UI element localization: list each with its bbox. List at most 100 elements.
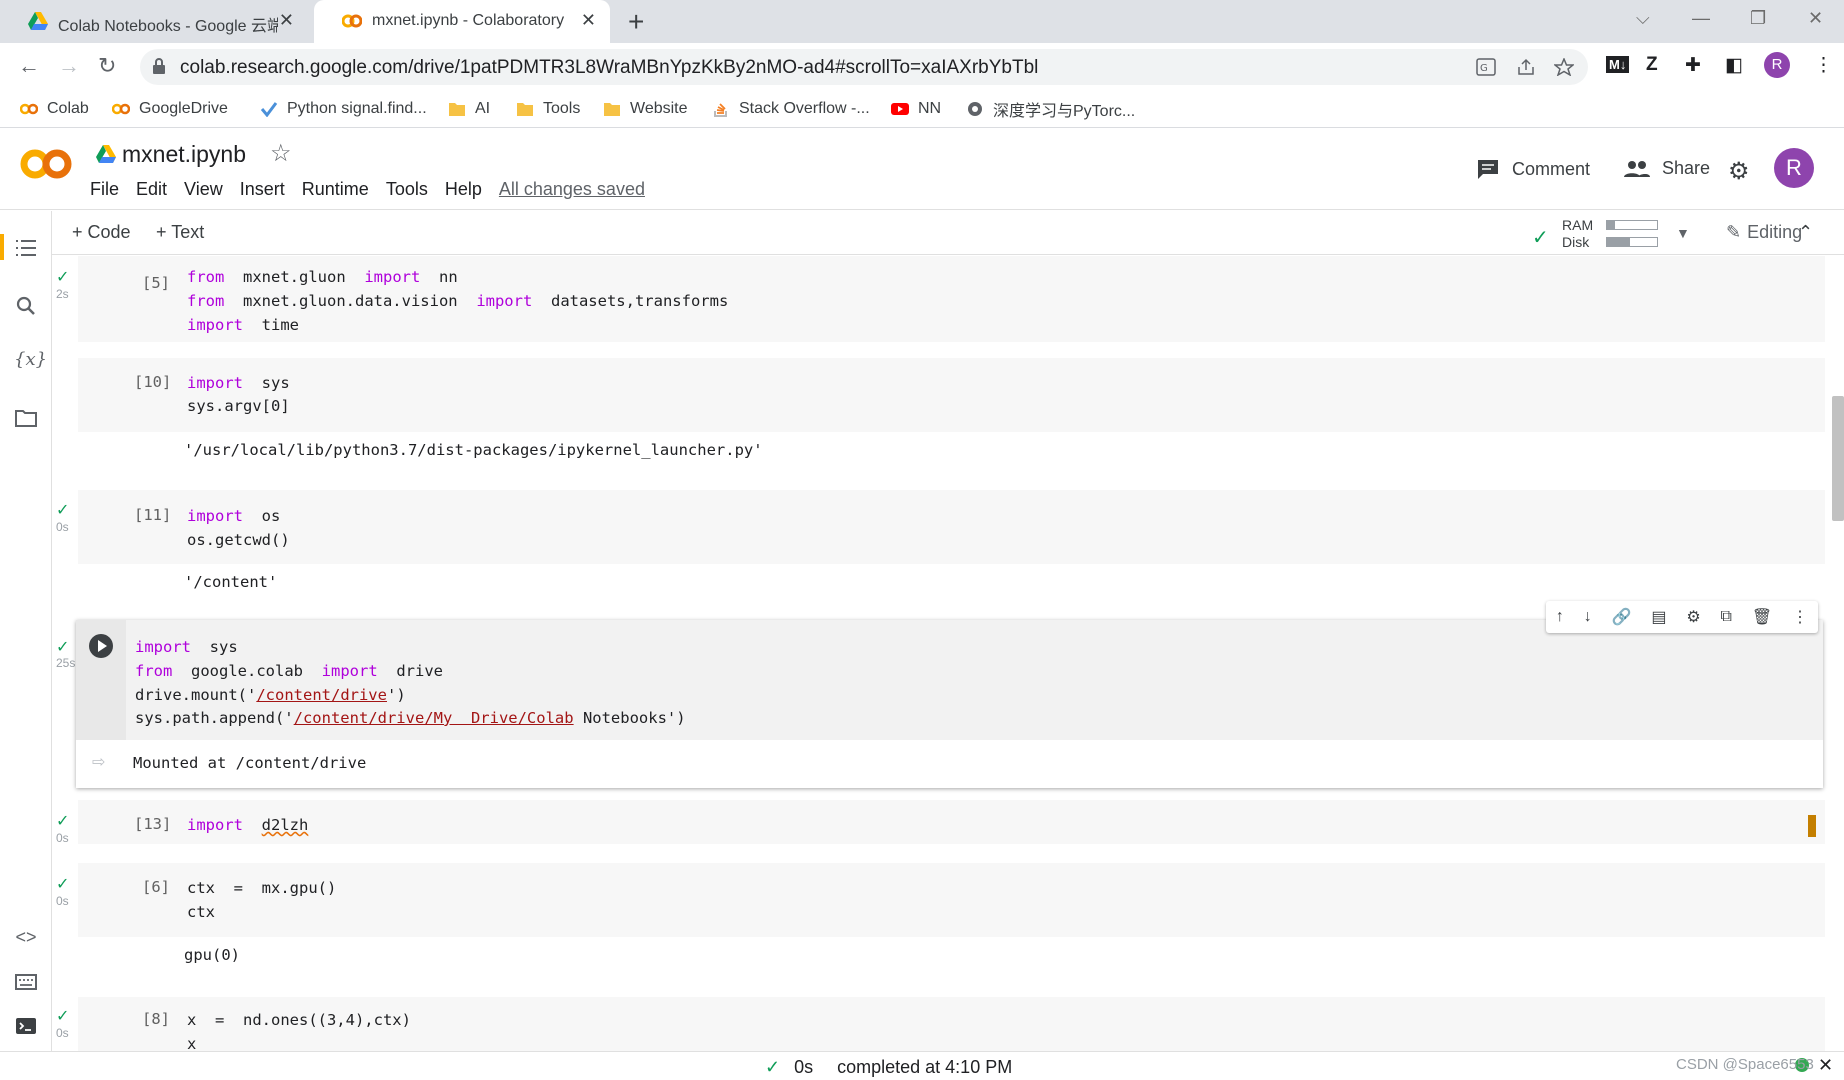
focused-code-cell[interactable]: import sys from google.colab import driv… [76,620,1823,788]
command-palette-icon[interactable] [14,971,38,993]
star-icon[interactable]: ☆ [270,139,292,168]
chevron-down-icon[interactable]: ⌵ [1636,8,1650,29]
lock-icon [153,58,165,74]
ram-usage-fill [1607,221,1615,229]
menu-edit[interactable]: Edit [136,179,167,200]
menu-tools[interactable]: Tools [386,179,428,200]
variables-icon[interactable]: {x} [14,349,47,371]
stackoverflow-icon [714,103,727,117]
run-cell-play-icon[interactable] [88,633,114,659]
more-options-icon[interactable]: ⋮ [1792,607,1808,627]
collapse-header-icon[interactable]: ⌃ [1798,222,1813,243]
bookmark-nn[interactable]: NN [891,97,941,121]
code-line: import sys [135,638,238,656]
bookmark-label: Website [630,100,688,117]
menu-view[interactable]: View [184,179,223,200]
minimize-icon[interactable]: — [1692,8,1710,29]
move-cell-down-icon[interactable]: ↓ [1584,608,1592,626]
share-button[interactable]: Share [1624,158,1710,179]
files-folder-icon[interactable] [14,407,38,429]
notebook-title[interactable]: mxnet.ipynb [122,141,246,168]
execution-count: [10] [134,373,172,391]
add-code-cell-button[interactable]: + Code [72,222,131,243]
code-cell[interactable] [78,490,1825,564]
code-line: from mxnet.gluon import nn [187,268,458,286]
bookmark-folder-ai[interactable]: AI [448,97,490,121]
browser-tab-mxnet[interactable]: mxnet.ipynb - Colaboratory ✕ [314,0,610,43]
editing-mode-button[interactable]: ✎ Editing [1726,222,1802,243]
back-icon[interactable]: ← [18,53,40,79]
menu-insert[interactable]: Insert [240,179,285,200]
close-status-icon[interactable]: ✕ [1818,1055,1833,1076]
colab-logo-icon[interactable] [20,148,72,180]
extensions-puzzle-icon[interactable]: ✚ [1685,54,1701,77]
connected-check-icon: ✓ [1532,227,1549,249]
bookmark-folder-website[interactable]: Website [603,97,688,121]
translate-icon[interactable]: G [1476,58,1496,76]
new-tab-icon[interactable]: + [628,6,644,38]
code-cell[interactable] [78,358,1825,432]
folder-icon [517,103,533,116]
mirror-cell-icon[interactable]: ⧉ [1721,608,1732,626]
comment-button[interactable]: Comment [1476,158,1590,180]
restore-icon[interactable]: ❐ [1750,8,1766,29]
share-page-icon[interactable] [1516,58,1536,76]
add-text-cell-button[interactable]: + Text [156,222,204,243]
side-panel-icon[interactable]: ◧ [1725,54,1743,77]
bookmark-stackoverflow[interactable]: Stack Overflow -... [712,97,870,121]
settings-gear-icon[interactable]: ⚙ [1728,157,1750,186]
browser-tab-colab-notebooks[interactable]: Colab Notebooks - Google 云端 ✕ [0,0,308,43]
close-tab-icon[interactable]: ✕ [581,10,596,31]
close-tab-icon[interactable]: ✕ [279,10,294,31]
code-line: drive.mount('/content/drive') [135,686,406,704]
runtime-dropdown-icon[interactable]: ▼ [1676,225,1690,241]
bookmark-python-signal[interactable]: Python signal.find... [260,97,427,121]
save-status[interactable]: All changes saved [499,179,645,200]
table-of-contents-icon[interactable] [14,237,38,259]
terminal-icon[interactable] [14,1015,38,1037]
address-bar[interactable]: colab.research.google.com/drive/1patPDMT… [140,49,1588,85]
bookmark-label: 深度学习与PyTorc... [993,103,1136,120]
delete-cell-icon[interactable]: 🗑 [1752,607,1772,627]
search-icon[interactable] [14,295,38,317]
add-comment-icon[interactable]: ▤ [1651,607,1666,627]
link-to-cell-icon[interactable]: 🔗 [1612,607,1632,627]
cell-output: gpu(0) [184,946,240,964]
browser-menu-icon[interactable]: ⋮ [1814,54,1833,77]
bookmark-pytorch-cn[interactable]: 深度学习与PyTorc... [966,97,1135,121]
execution-count: [6] [142,878,170,896]
cell-output: Mounted at /content/drive [133,754,367,772]
window-close-icon[interactable]: ✕ [1808,8,1823,29]
bookmark-star-icon[interactable] [1554,58,1574,76]
globe-icon [968,102,982,116]
reload-icon[interactable]: ↻ [98,53,116,79]
notebook-scrollbar[interactable] [1832,396,1844,521]
profile-avatar[interactable]: R [1764,52,1790,78]
move-cell-up-icon[interactable]: ↑ [1556,608,1564,626]
clear-output-icon[interactable]: ⇨ [92,752,105,772]
bookmark-colab[interactable]: Colab [20,97,89,121]
bookmark-folder-tools[interactable]: Tools [516,97,580,121]
cell-duration: 2s [56,287,69,301]
code-cell[interactable] [78,863,1825,937]
user-avatar[interactable]: R [1774,148,1814,188]
menu-runtime[interactable]: Runtime [302,179,369,200]
bookmark-googledrive[interactable]: GoogleDrive [112,97,228,121]
code-line: x = nd.ones((3,4),ctx) [187,1011,411,1029]
menu-help[interactable]: Help [445,179,482,200]
resource-monitor[interactable]: ✓ RAM Disk ▼ [1532,215,1702,251]
markdown-extension-icon[interactable]: M↓ [1606,56,1630,73]
bookmark-label: GoogleDrive [139,100,228,117]
zotero-extension-icon[interactable]: Z [1646,54,1658,76]
menu-file[interactable]: File [90,179,119,200]
execution-status[interactable]: ✓ 0s completed at 4:10 PM [765,1057,1012,1078]
code-snippets-icon[interactable]: <> [14,927,38,949]
code-cell[interactable] [78,800,1825,844]
bookmark-label: Tools [543,100,581,117]
forward-icon[interactable]: → [58,53,80,79]
run-success-check-icon: ✓ [56,813,70,830]
cell-duration: 0s [56,520,69,534]
code-line: x [187,1035,197,1051]
execution-count: [11] [134,506,172,524]
cell-settings-icon[interactable]: ⚙ [1686,607,1700,627]
